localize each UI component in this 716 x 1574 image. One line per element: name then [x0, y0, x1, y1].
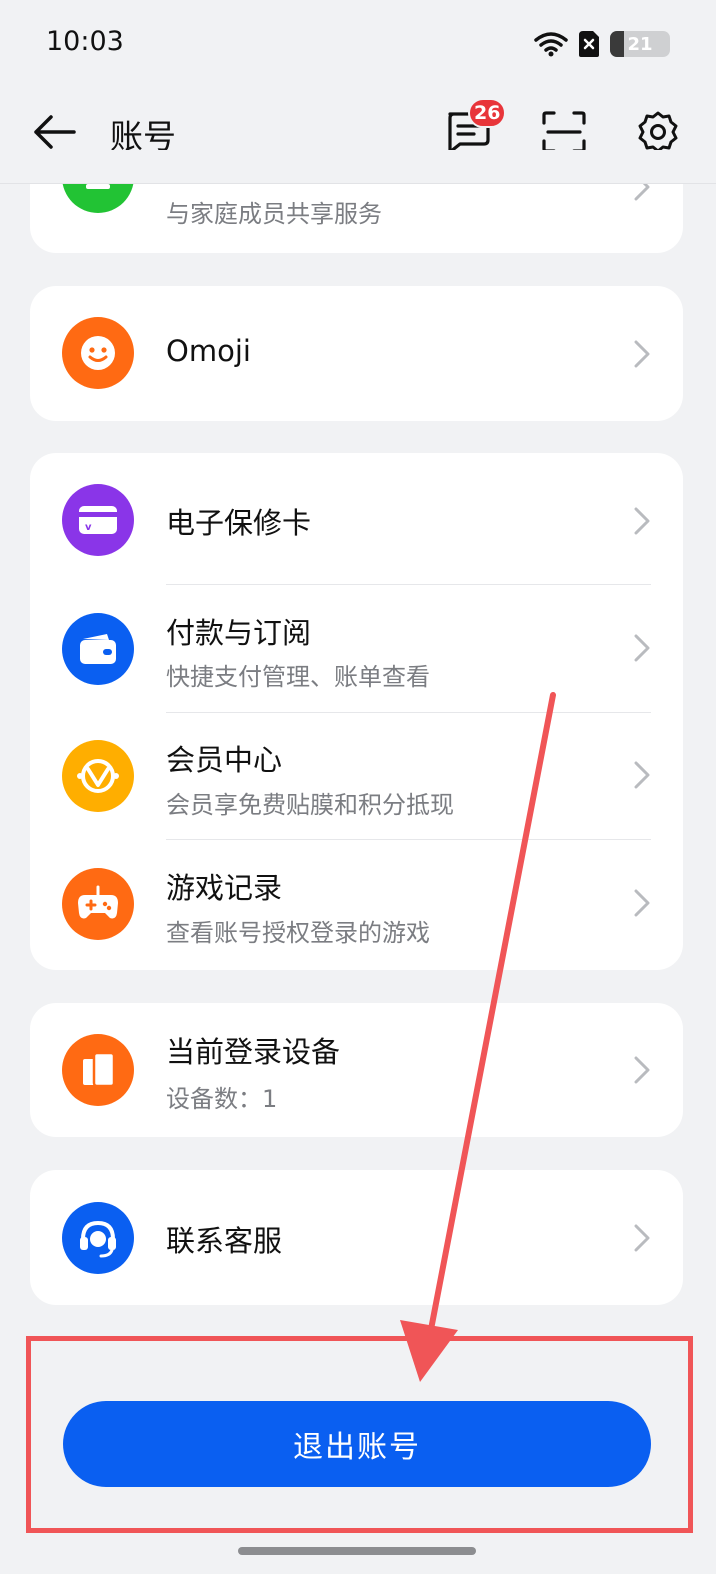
header-divider-overlay	[0, 183, 716, 184]
annotation-highlight-box	[26, 1336, 693, 1533]
list-item-subtitle: 快捷支付管理、账单查看	[166, 663, 430, 691]
wifi-icon	[534, 32, 568, 57]
list-item-game-records[interactable]: 游戏记录 查看账号授权登录的游戏	[30, 839, 683, 970]
list-item-member-center[interactable]: 会员中心 会员享免费贴膜和积分抵现	[30, 712, 683, 839]
list-item-subtitle: 查看账号授权登录的游戏	[166, 919, 430, 947]
scroll-mask	[0, 150, 716, 184]
list-item-payment[interactable]: 付款与订阅 快捷支付管理、账单查看	[30, 584, 683, 712]
chevron-right-icon	[634, 889, 650, 917]
logged-in-devices-card[interactable]: 当前登录设备 设备数：1	[30, 1003, 683, 1137]
devices-title: 当前登录设备	[166, 1035, 341, 1069]
list-item-warranty[interactable]: v 电子保修卡	[30, 453, 683, 584]
chevron-right-icon	[634, 634, 650, 662]
battery-level: 21	[627, 33, 653, 55]
home-indicator	[238, 1547, 476, 1555]
customer-service-card[interactable]: 联系客服	[30, 1170, 683, 1305]
chevron-right-icon	[634, 1056, 650, 1084]
omoji-title: Omoji	[166, 334, 251, 368]
svg-text:v: v	[85, 522, 92, 533]
settings-icon[interactable]	[636, 110, 680, 154]
member-v-icon	[62, 740, 134, 812]
list-item-title: 付款与订阅	[166, 616, 312, 650]
scan-icon[interactable]	[542, 111, 586, 153]
chevron-right-icon	[634, 761, 650, 789]
omoji-card[interactable]: Omoji	[30, 286, 683, 421]
wallet-icon	[62, 613, 134, 685]
chevron-right-icon	[634, 340, 650, 368]
smiley-icon	[62, 317, 134, 389]
headset-icon	[62, 1202, 134, 1274]
family-sharing-subtitle: 与家庭成员共享服务	[166, 200, 382, 228]
devices-icon	[62, 1034, 134, 1106]
customer-service-title: 联系客服	[166, 1224, 283, 1258]
list-item-title: 电子保修卡	[166, 506, 312, 540]
back-arrow-icon[interactable]	[32, 114, 76, 150]
sim-off-icon	[579, 31, 599, 57]
warranty-card-icon: v	[62, 484, 134, 556]
list-item-title: 会员中心	[166, 743, 283, 777]
status-icons: 21	[534, 30, 670, 58]
status-time: 10:03	[46, 26, 124, 57]
devices-subtitle: 设备数：1	[166, 1085, 278, 1113]
list-item-subtitle: 会员享免费贴膜和积分抵现	[166, 791, 454, 819]
services-card: v 电子保修卡 付款与订阅 快捷支付管理、账单查看 会员中心 会员享免费贴膜和积…	[30, 453, 683, 970]
chevron-right-icon	[634, 507, 650, 535]
battery-icon: 21	[610, 31, 670, 57]
gamepad-icon	[62, 868, 134, 940]
list-item-title: 游戏记录	[166, 871, 283, 905]
chevron-right-icon	[634, 1224, 650, 1252]
message-badge: 26	[468, 98, 507, 128]
